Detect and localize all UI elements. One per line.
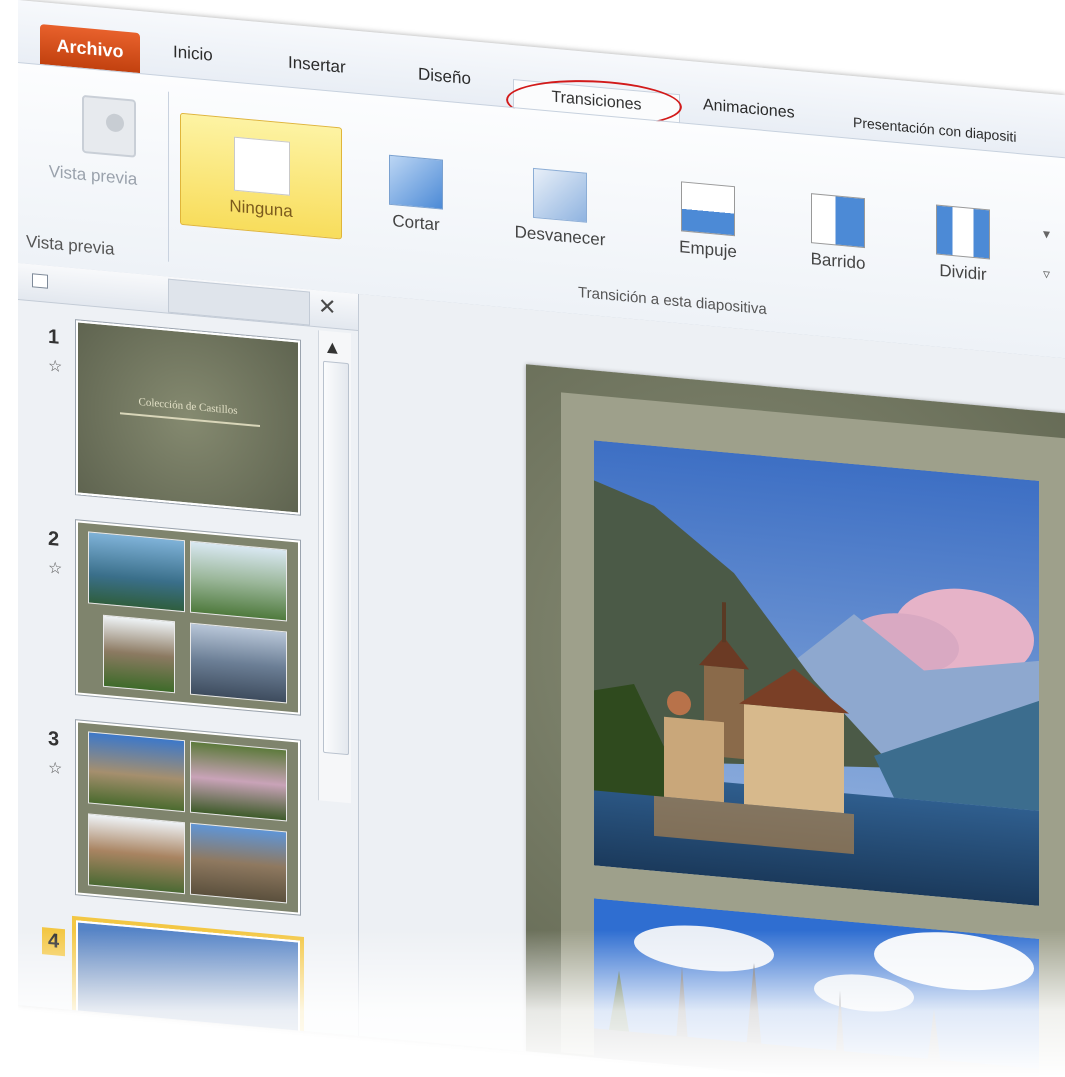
group-separator bbox=[168, 91, 169, 262]
thumbnail-photo bbox=[190, 540, 287, 622]
pane-collapse-icon[interactable] bbox=[32, 273, 48, 289]
castle-photo[interactable] bbox=[594, 440, 1039, 906]
animation-star-icon: ☆ bbox=[48, 557, 63, 579]
current-slide[interactable] bbox=[526, 364, 1065, 1077]
slide-editor bbox=[359, 294, 1065, 1077]
preview-label: Vista previa bbox=[48, 161, 138, 189]
transition-fade[interactable]: Desvanecer bbox=[510, 166, 610, 251]
preview-icon bbox=[82, 94, 136, 158]
close-icon[interactable]: ✕ bbox=[318, 294, 336, 321]
preview-button[interactable]: Vista previa bbox=[38, 73, 148, 233]
slide-number: 4 bbox=[42, 927, 66, 957]
slide-thumbnail-4[interactable] bbox=[76, 920, 300, 1077]
thumbnail-photo bbox=[88, 813, 185, 895]
transition-push[interactable]: Empuje bbox=[658, 179, 758, 264]
slide-thumbnail-1[interactable]: Colección de Castillos bbox=[76, 320, 300, 515]
slide-number: 1 bbox=[48, 325, 60, 349]
slides-scrollbar[interactable]: ▲ bbox=[318, 330, 351, 804]
slide-thumbnail-2[interactable] bbox=[76, 520, 300, 715]
transition-split[interactable]: Dividir bbox=[913, 202, 1013, 287]
transition-none-label: Ninguna bbox=[229, 196, 293, 221]
thumbnail-photo bbox=[190, 622, 287, 704]
push-thumbnail bbox=[681, 181, 735, 237]
none-thumbnail bbox=[234, 136, 290, 196]
gallery-scroll-down-icon[interactable]: ▾ bbox=[1043, 226, 1050, 243]
scene: Archivo Inicio Insertar Diseño Transicio… bbox=[18, 0, 1065, 1077]
slide-number: 2 bbox=[48, 527, 60, 551]
transition-fade-label: Desvanecer bbox=[514, 222, 606, 250]
thumbnail-photo bbox=[190, 740, 287, 822]
thumbnail-photo bbox=[190, 822, 287, 904]
transition-wipe[interactable]: Barrido bbox=[788, 191, 888, 276]
animation-star-icon: ☆ bbox=[48, 757, 63, 779]
preview-group-label: Vista previa bbox=[26, 231, 115, 259]
transition-cut[interactable]: Cortar bbox=[366, 153, 466, 238]
transition-cut-label: Cortar bbox=[392, 211, 440, 235]
wipe-thumbnail bbox=[811, 193, 865, 249]
animation-star-icon: ☆ bbox=[48, 355, 63, 377]
slide-thumbnail-3[interactable] bbox=[76, 720, 300, 915]
split-thumbnail bbox=[936, 204, 990, 260]
powerpoint-window: Archivo Inicio Insertar Diseño Transicio… bbox=[18, 0, 1065, 1077]
castle-lake-image bbox=[594, 440, 1039, 906]
thumbnail-photo bbox=[103, 614, 175, 694]
transition-push-label: Empuje bbox=[679, 237, 737, 262]
slides-pane: ✕ ▲ 1 ☆ Colección de Castillos 2 ☆ 3 ☆ 4 bbox=[18, 263, 359, 1077]
thumbnail-photo bbox=[88, 731, 185, 813]
slide-number: 3 bbox=[48, 727, 60, 751]
cut-thumbnail bbox=[389, 154, 443, 210]
transition-wipe-label: Barrido bbox=[810, 249, 866, 274]
scroll-up-icon[interactable]: ▲ bbox=[327, 339, 338, 356]
tab-design[interactable]: Diseño bbox=[418, 64, 471, 89]
tab-animations[interactable]: Animaciones bbox=[703, 96, 795, 122]
scroll-thumb[interactable] bbox=[323, 360, 349, 756]
transition-none[interactable]: Ninguna bbox=[180, 112, 342, 240]
fade-thumbnail bbox=[533, 167, 587, 223]
thumbnail-photo bbox=[88, 531, 185, 613]
tab-insert[interactable]: Insertar bbox=[288, 53, 346, 78]
gallery-more-icon[interactable]: ▿ bbox=[1043, 266, 1050, 283]
transition-group-label: Transición a esta diapositiva bbox=[578, 283, 767, 319]
transition-split-label: Dividir bbox=[939, 260, 987, 285]
tab-home[interactable]: Inicio bbox=[173, 42, 213, 66]
